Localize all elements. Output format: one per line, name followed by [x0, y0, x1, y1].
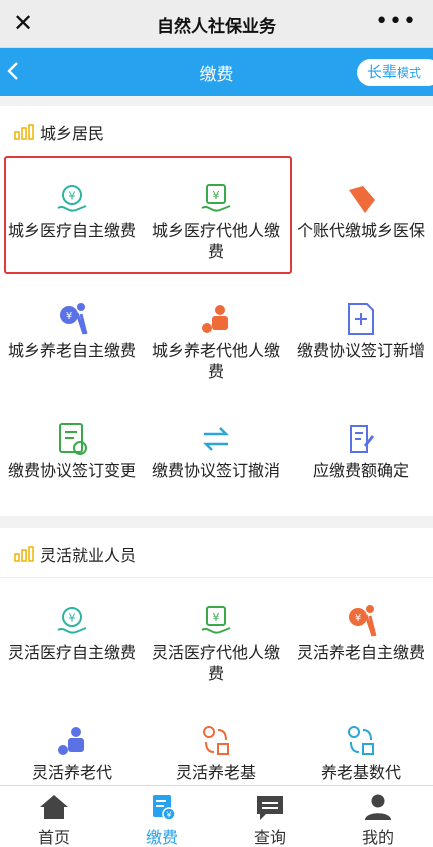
- svg-text:¥: ¥: [166, 811, 171, 820]
- section-title: 城乡居民: [40, 124, 105, 143]
- service-item-label: 灵活养老自主缴费: [296, 643, 425, 662]
- service-item[interactable]: ¥ 灵活养老自主缴费: [289, 580, 433, 700]
- tab-label: 缴费: [145, 828, 178, 847]
- service-item-label: 灵活养老基: [175, 763, 256, 782]
- service-item-label: 城乡医疗代他人缴费: [151, 221, 280, 261]
- tab-query[interactable]: 查询: [216, 786, 324, 847]
- flex-pension-base-icon: [203, 726, 229, 755]
- service-item[interactable]: 缴费协议签订新增: [289, 278, 433, 398]
- section-bars-icon: [14, 546, 34, 562]
- section-title: 灵活就业人员: [40, 546, 137, 565]
- section-bars-icon: [14, 124, 34, 140]
- tab-label: 我的: [361, 828, 394, 847]
- svg-text:¥: ¥: [213, 611, 220, 624]
- svg-text:¥: ¥: [213, 189, 220, 202]
- profile-icon: [365, 794, 391, 820]
- service-item[interactable]: ¥ 灵活医疗自主缴费: [0, 580, 144, 700]
- elder-mode-suffix: 模式: [397, 66, 422, 80]
- service-item-label: 养老基数代: [320, 763, 401, 782]
- close-icon[interactable]: ✕: [10, 8, 36, 38]
- service-item-label: 个账代缴城乡医保: [296, 221, 425, 240]
- service-item-label: 城乡养老自主缴费: [7, 341, 136, 360]
- more-options-icon[interactable]: •••: [375, 10, 417, 34]
- back-button[interactable]: [6, 57, 26, 85]
- agreement-add-icon: [348, 303, 374, 335]
- tab-label: 查询: [253, 828, 286, 847]
- service-item-label: 灵活医疗自主缴费: [7, 643, 136, 662]
- service-item-label: 缴费协议签订变更: [7, 461, 136, 480]
- home-icon: [40, 795, 68, 819]
- flex-pension-self-icon: ¥: [349, 605, 377, 637]
- bottom-tab-bar: 首页 ¥ 缴费 查询 我的: [0, 785, 433, 847]
- window-title: 自然人社保业务: [157, 17, 276, 37]
- window-titlebar: ✕ 自然人社保业务 •••: [0, 0, 433, 48]
- svg-text:¥: ¥: [69, 612, 76, 625]
- service-item-label: 缴费协议签订新增: [296, 341, 425, 360]
- pension-self-pay-icon: ¥: [60, 303, 88, 335]
- service-item[interactable]: 缴费协议签订撤消: [144, 398, 288, 518]
- agreement-cancel-icon: [202, 427, 230, 451]
- service-item-label: 城乡医疗自主缴费: [7, 221, 136, 240]
- elder-mode-button[interactable]: 长辈模式: [357, 59, 433, 86]
- service-item[interactable]: 城乡养老代他人缴费: [144, 278, 288, 398]
- service-item-label: 灵活养老代: [31, 763, 112, 782]
- medical-self-pay-icon: ¥: [57, 185, 87, 212]
- tab-label: 首页: [37, 828, 70, 847]
- payment-icon: ¥: [153, 795, 176, 821]
- section-header: 灵活就业人员: [0, 528, 433, 578]
- nav-bar: 缴费 长辈模式: [0, 48, 433, 96]
- service-item-label: 应缴费额确定: [312, 461, 409, 480]
- service-item[interactable]: ¥ 城乡医疗代他人缴费: [144, 158, 288, 278]
- pension-proxy-pay-icon: [202, 305, 228, 333]
- tab-profile[interactable]: 我的: [324, 786, 432, 847]
- svg-text:¥: ¥: [355, 613, 361, 624]
- chevron-left-icon: [7, 62, 18, 80]
- service-item[interactable]: 缴费协议签订变更: [0, 398, 144, 518]
- tab-payment[interactable]: ¥ 缴费: [108, 786, 216, 847]
- service-item[interactable]: ¥ 城乡养老自主缴费: [0, 278, 144, 398]
- service-item[interactable]: 应缴费额确定: [289, 398, 433, 518]
- service-item[interactable]: ¥ 灵活医疗代他人缴费: [144, 580, 288, 700]
- service-item[interactable]: 个账代缴城乡医保: [289, 158, 433, 278]
- service-item-label: 灵活医疗代他人缴费: [151, 643, 280, 683]
- tab-home[interactable]: 首页: [0, 786, 108, 847]
- service-item-label: 缴费协议签订撤消: [151, 461, 280, 480]
- svg-text:¥: ¥: [66, 311, 72, 322]
- svg-text:¥: ¥: [69, 190, 76, 203]
- agreement-change-icon: [59, 423, 87, 455]
- page-title: 缴费: [199, 65, 234, 85]
- personal-account-pay-icon: [349, 186, 375, 213]
- service-item-label: 城乡养老代他人缴费: [151, 341, 280, 381]
- pension-base-proxy-icon: [348, 726, 374, 755]
- flex-pension-proxy-icon: [58, 727, 84, 755]
- medical-proxy-pay-icon: ¥: [201, 184, 231, 212]
- flex-medical-proxy-icon: ¥: [201, 606, 231, 634]
- flex-medical-self-icon: ¥: [57, 607, 87, 634]
- section-header: 城乡居民: [0, 106, 433, 156]
- elder-mode-label: 长辈: [367, 63, 398, 81]
- query-icon: [257, 796, 283, 820]
- service-item[interactable]: ¥ 城乡医疗自主缴费: [0, 158, 144, 278]
- amount-confirm-icon: [350, 425, 375, 453]
